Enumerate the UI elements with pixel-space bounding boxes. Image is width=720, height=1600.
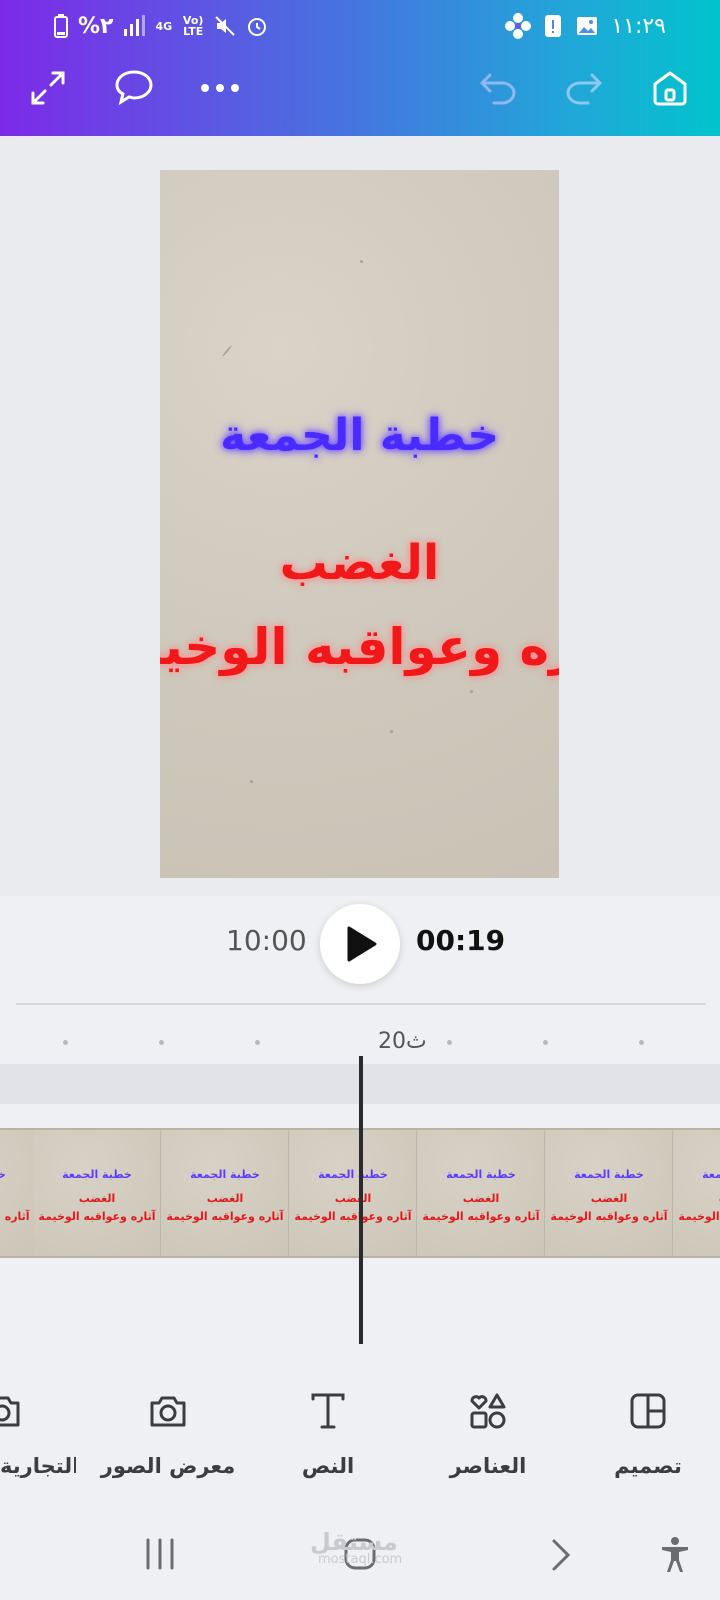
tool-text[interactable]: النص — [248, 1386, 408, 1478]
tool-label: تصميم — [614, 1454, 682, 1478]
accessibility-icon[interactable] — [660, 1536, 690, 1574]
total-time: 10:00 — [226, 924, 307, 957]
redo-button[interactable] — [556, 60, 612, 116]
film-frame: خطبة الجمعةالغضبآثاره وعواقبه الوخيمة — [546, 1130, 673, 1256]
design-page[interactable]: خطبة الجمعة الغضب آثاره وعواقبه الوخيمة — [160, 170, 559, 878]
playhead[interactable] — [359, 1056, 363, 1344]
play-button[interactable] — [320, 904, 400, 984]
undo-button[interactable] — [470, 60, 526, 116]
tool-label: النص — [301, 1454, 355, 1478]
more-icon — [201, 84, 239, 92]
comment-button[interactable] — [106, 60, 162, 116]
signal-icon — [124, 15, 146, 36]
current-time: 00:19 — [416, 924, 506, 957]
tool-design[interactable]: تصميم — [568, 1386, 720, 1478]
tool-elements[interactable]: العناصر — [408, 1386, 568, 1478]
tool-gallery[interactable]: معرض الصور — [88, 1386, 248, 1478]
alarm-icon — [248, 18, 267, 36]
film-frame: خطبة الجمعةالغضبآثاره وعواقبه الوخيمة — [0, 1130, 35, 1256]
design-icon — [630, 1393, 666, 1429]
alert-icon — [545, 15, 562, 37]
network-type: 4G — [155, 19, 173, 33]
battery-icon — [54, 14, 68, 38]
film-frame: خطبة الجمعةالغضبآثاره وعواقبه الوخيمة — [162, 1130, 289, 1256]
ruler-tick — [543, 1040, 548, 1045]
film-frame: خطبة الجمعةالغضبآثاره وعواقبه الوخيمة — [290, 1130, 417, 1256]
tool-label: معرض الصور — [100, 1454, 236, 1478]
subtitle-text[interactable]: الغضب — [160, 535, 559, 591]
recent-apps-icon[interactable] — [144, 1538, 176, 1570]
settings-flower-icon — [505, 13, 532, 39]
app-header: %٢ 4G Vo) LTE ١١:٢٩ — [0, 0, 720, 136]
paper-speck — [221, 344, 233, 358]
ruler-tick — [447, 1040, 452, 1045]
redo-icon — [566, 73, 602, 105]
brand-icon — [0, 1396, 20, 1427]
ruler-tick — [255, 1040, 260, 1045]
divider — [16, 1003, 706, 1005]
home-icon — [653, 71, 687, 106]
status-bar-left: %٢ 4G Vo) LTE — [54, 8, 268, 44]
play-icon — [347, 926, 377, 962]
camera-icon — [150, 1396, 186, 1427]
ruler-tick — [63, 1040, 68, 1045]
title-text[interactable]: خطبة الجمعة — [160, 410, 559, 461]
film-frame: خطبة الجمعةالغضبآثاره وعواقبه الوخيمة — [674, 1130, 720, 1256]
tool-brand[interactable]: العلامة التجارية — [0, 1386, 76, 1478]
ruler-label: 20ث — [378, 1029, 427, 1054]
gallery-icon — [577, 17, 598, 35]
tool-label: العناصر — [449, 1454, 527, 1478]
battery-level: %٢ — [78, 13, 114, 39]
ruler-tick — [639, 1040, 644, 1045]
volte-indicator: Vo) LTE — [182, 14, 204, 38]
back-icon[interactable] — [550, 1538, 572, 1572]
comment-icon — [115, 70, 153, 106]
elements-icon — [470, 1393, 506, 1429]
home-button[interactable] — [642, 60, 698, 116]
tool-label: العلامة التجارية — [0, 1454, 76, 1478]
status-time: ١١:٢٩ — [611, 13, 666, 39]
watermark-url: mostaql.com — [318, 1552, 403, 1567]
expand-icon — [31, 71, 65, 105]
film-frame: خطبة الجمعةالغضبآثاره وعواقبه الوخيمة — [418, 1130, 545, 1256]
status-bar-right: ١١:٢٩ — [505, 8, 666, 44]
film-frame: خطبة الجمعةالغضبآثاره وعواقبه الوخيمة — [34, 1130, 161, 1256]
more-button[interactable] — [192, 60, 248, 116]
paper-speck — [390, 730, 393, 733]
paper-speck — [470, 690, 473, 693]
ruler-tick — [159, 1040, 164, 1045]
paper-speck — [360, 260, 363, 263]
paper-speck — [250, 780, 253, 783]
expand-button[interactable] — [20, 60, 76, 116]
body-text[interactable]: آثاره وعواقبه الوخيمة — [160, 618, 559, 676]
undo-icon — [480, 73, 516, 105]
text-icon — [311, 1393, 345, 1429]
mute-icon — [215, 16, 235, 36]
